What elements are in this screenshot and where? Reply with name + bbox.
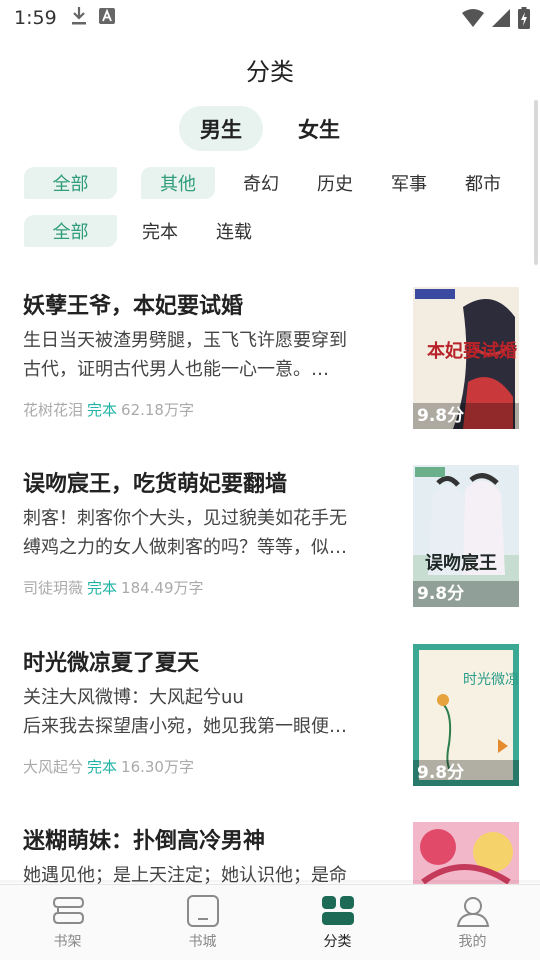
bottom-nav: 书架 书城 分类 我的 (0, 884, 540, 960)
book-description: 关注大风微博：大风起兮uu 后来我去探望唐小宛，她见我第一眼便… (23, 683, 383, 741)
nav-bookstore[interactable]: 书城 (135, 885, 270, 960)
cover-title-text: 时光微凉夏天 (463, 672, 519, 688)
category-icon (321, 895, 355, 927)
book-cover[interactable]: 时光微凉夏天 9.8分 (413, 644, 519, 786)
category-chip-history[interactable]: 历史 (308, 167, 362, 199)
category-chip-city[interactable]: 都市 (456, 167, 510, 199)
book-desc-line: 缚鸡之力的女人做刺客的吗？等等，似… (23, 537, 347, 558)
book-title: 误吻宸王，吃货萌妃要翻墙 (23, 472, 288, 497)
cover-art (413, 822, 519, 884)
status-bar: 1:59 (0, 0, 540, 36)
nav-category[interactable]: 分类 (270, 885, 405, 960)
book-desc-line: 关注大风微博：大风起兮uu (23, 687, 244, 708)
bookshelf-icon (51, 895, 85, 927)
book-author: 司徒玥薇 (23, 579, 84, 597)
download-icon (71, 6, 87, 30)
status-chip-serial[interactable]: 连载 (207, 215, 261, 247)
tab-female[interactable]: 女生 (277, 106, 361, 151)
book-score: 9.8分 (413, 760, 519, 786)
book-author: 大风起兮 (23, 758, 84, 776)
cover-title-text: 误吻宸王 (425, 552, 497, 574)
wifi-icon (462, 8, 484, 32)
book-desc-line: 生日当天被渣男劈腿，玉飞飞许愿要穿到 (23, 330, 347, 351)
status-filter-row: 全部 完本 连载 (24, 215, 261, 247)
book-meta: 大风起兮 完本 16.30万字 (23, 756, 194, 777)
book-cover[interactable] (413, 822, 519, 884)
book-word-count: 184.49万字 (121, 579, 204, 597)
category-chip-all[interactable]: 全部 (24, 167, 117, 199)
page-title: 分类 (246, 58, 294, 86)
nav-label: 我的 (458, 934, 487, 950)
gender-tabs: 男生 女生 (0, 106, 540, 151)
book-meta: 司徒玥薇 完本 184.49万字 (23, 577, 204, 598)
font-a-icon (98, 8, 115, 28)
category-chip-fantasy[interactable]: 奇幻 (234, 167, 288, 199)
book-desc-line: 后来我去探望唐小宛，她见我第一眼便… (23, 716, 347, 737)
battery-icon (518, 7, 530, 33)
book-word-count: 62.18万字 (121, 401, 194, 419)
category-chip-military[interactable]: 军事 (382, 167, 436, 199)
book-title: 迷糊萌妹：扑倒高冷男神 (23, 829, 266, 854)
book-list: 妖孽王爷，本妃要试婚 生日当天被渣男劈腿，玉飞飞许愿要穿到 古代，证明古代男人也… (0, 270, 540, 884)
nav-bookshelf[interactable]: 书架 (0, 885, 135, 960)
status-chip-all[interactable]: 全部 (24, 215, 117, 247)
book-cover[interactable]: 本妃要试婚 9.8分 (413, 287, 519, 429)
nav-label: 书架 (53, 934, 82, 950)
book-author: 花树花泪 (23, 401, 84, 419)
category-filter-row: 全部 其他 奇幻 历史 军事 都市 (24, 167, 510, 199)
book-cover[interactable]: 误吻宸王 9.8分 (413, 465, 519, 607)
book-item[interactable]: 迷糊萌妹：扑倒高冷男神 她遇见他；是上天注定；她认识他；是命 (0, 805, 540, 884)
book-desc-line: 刺客！刺客你个大头，见过貌美如花手无 (23, 508, 347, 529)
bookstore-icon (186, 895, 220, 927)
book-description: 刺客！刺客你个大头，见过貌美如花手无 缚鸡之力的女人做刺客的吗？等等，似… (23, 504, 383, 562)
book-score: 9.8分 (413, 403, 519, 429)
nav-label: 书城 (188, 934, 217, 950)
book-word-count: 16.30万字 (121, 758, 194, 776)
nav-label: 分类 (323, 934, 352, 950)
category-chip-other[interactable]: 其他 (141, 167, 215, 199)
book-title: 时光微凉夏了夏天 (23, 651, 200, 676)
book-status: 完本 (87, 401, 118, 419)
profile-icon (456, 895, 490, 927)
status-chip-finished[interactable]: 完本 (133, 215, 187, 247)
tab-male[interactable]: 男生 (179, 106, 263, 151)
book-status: 完本 (87, 579, 118, 597)
book-title: 妖孽王爷，本妃要试婚 (23, 294, 244, 319)
signal-icon (492, 8, 510, 32)
book-desc-line: 古代，证明古代男人也能一心一意。… (23, 359, 329, 380)
book-item[interactable]: 误吻宸王，吃货萌妃要翻墙 刺客！刺客你个大头，见过貌美如花手无 缚鸡之力的女人做… (0, 448, 540, 618)
book-meta: 花树花泪 完本 62.18万字 (23, 399, 194, 420)
book-score: 9.8分 (413, 581, 519, 607)
book-item[interactable]: 妖孽王爷，本妃要试婚 生日当天被渣男劈腿，玉飞飞许愿要穿到 古代，证明古代男人也… (0, 270, 540, 440)
nav-profile[interactable]: 我的 (405, 885, 540, 960)
book-description: 生日当天被渣男劈腿，玉飞飞许愿要穿到 古代，证明古代男人也能一心一意。… (23, 326, 383, 384)
cover-title-text: 本妃要试婚 (427, 340, 517, 362)
book-status: 完本 (87, 758, 118, 776)
book-item[interactable]: 时光微凉夏了夏天 关注大风微博：大风起兮uu 后来我去探望唐小宛，她见我第一眼便… (0, 627, 540, 797)
status-time: 1:59 (14, 7, 57, 29)
